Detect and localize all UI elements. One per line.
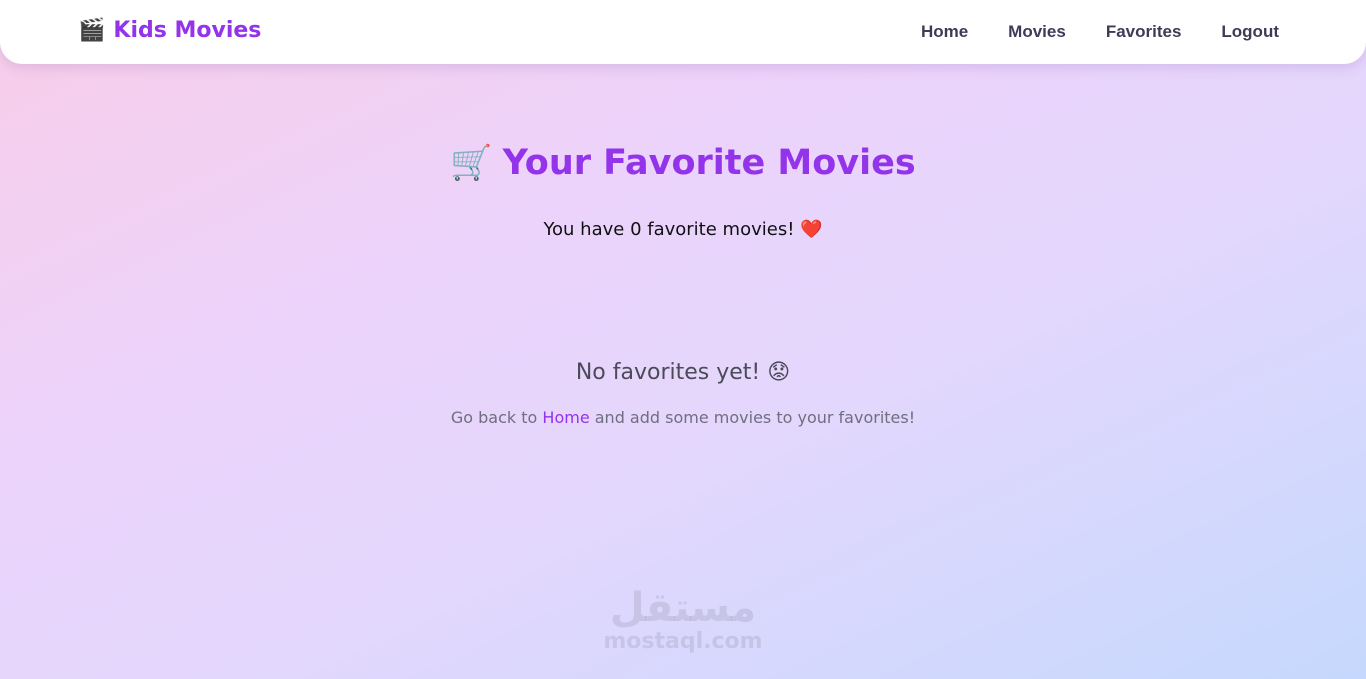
empty-state-title: No favorites yet! 😟 — [0, 360, 1366, 385]
nav-link-home[interactable]: Home — [921, 22, 968, 42]
nav-link-movies[interactable]: Movies — [1008, 22, 1066, 42]
nav-link-logout[interactable]: Logout — [1221, 22, 1279, 42]
watermark-arabic: مستقل — [609, 585, 757, 631]
nav-link-favorites[interactable]: Favorites — [1106, 22, 1182, 42]
brand-title: Kids Movies — [113, 18, 262, 43]
shopping-cart-icon: 🛒 — [450, 143, 493, 183]
nav-links: Home Movies Favorites Logout — [921, 22, 1279, 42]
home-link[interactable]: Home — [542, 408, 589, 427]
watermark-latin: mostaql.com — [603, 629, 763, 654]
page-title: 🛒 Your Favorite Movies — [0, 143, 1366, 183]
navbar: 🎬 Kids Movies Home Movies Favorites Logo… — [0, 0, 1366, 64]
subtitle-prefix: You have — [543, 219, 631, 240]
brand-logo[interactable]: 🎬 Kids Movies — [78, 18, 261, 43]
heart-icon: ❤️ — [800, 219, 823, 240]
watermark-logo: مستقل mostaql.com — [583, 586, 783, 654]
hint-prefix: Go back to — [450, 408, 543, 427]
hint-suffix: and add some movies to your favorites! — [589, 408, 916, 427]
empty-title-text: No favorites yet! — [575, 360, 768, 385]
subtitle-suffix: favorite movies! — [641, 219, 801, 240]
clapperboard-icon: 🎬 — [78, 17, 106, 43]
favorite-count: 0 — [630, 219, 642, 240]
empty-state-hint: Go back to Home and add some movies to y… — [0, 408, 1366, 427]
page-title-text: Your Favorite Movies — [502, 143, 916, 183]
sad-face-icon: 😟 — [767, 360, 791, 385]
favorites-count-text: You have 0 favorite movies! ❤️ — [0, 219, 1366, 240]
